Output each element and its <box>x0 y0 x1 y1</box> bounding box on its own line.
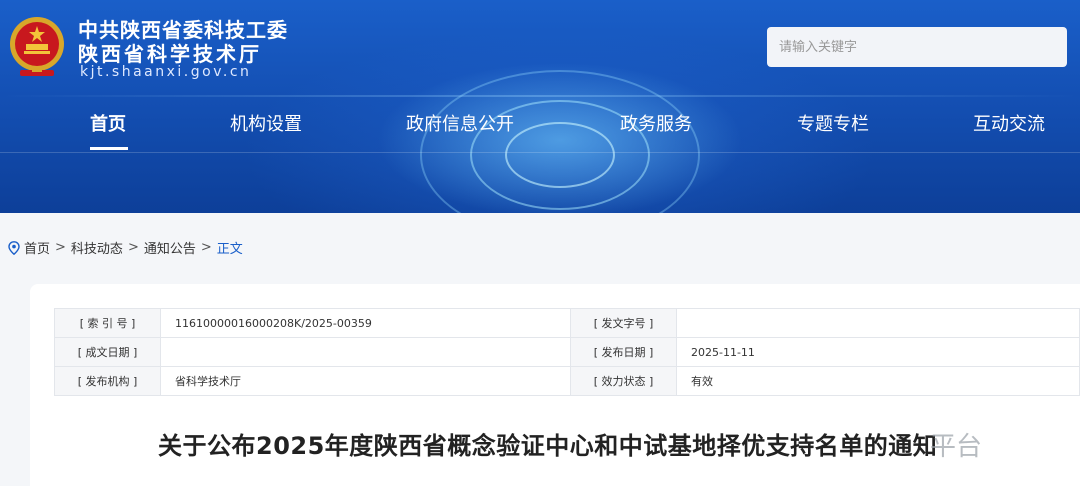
location-pin-icon <box>8 240 20 255</box>
table-row: [ 发布机构 ] 省科学技术厅 [ 效力状态 ] 有效 <box>54 366 1080 396</box>
publisher-value: 省科学技术厅 <box>160 366 571 396</box>
published-date-value: 2025-11-11 <box>676 337 1080 367</box>
breadcrumb-tech-news[interactable]: 科技动态 <box>71 238 123 257</box>
nav-item-topics[interactable]: 专题专栏 <box>797 110 869 136</box>
index-number-value: 11610000016000208K/2025-00359 <box>160 308 571 338</box>
validity-status-label: [ 效力状态 ] <box>570 366 677 396</box>
search-input[interactable] <box>767 27 1067 67</box>
table-row: [ 索 引 号 ] 11610000016000208K/2025-00359 … <box>54 308 1080 338</box>
breadcrumb: 首页 > 科技动态 > 通知公告 > 正文 <box>8 238 243 257</box>
breadcrumb-notices[interactable]: 通知公告 <box>144 238 196 257</box>
created-date-label: [ 成文日期 ] <box>54 337 161 367</box>
published-date-label: [ 发布日期 ] <box>570 337 677 367</box>
site-url: kjt.shaanxi.gov.cn <box>80 64 252 80</box>
breadcrumb-separator: > <box>55 240 66 255</box>
nav-item-services[interactable]: 政务服务 <box>620 110 692 136</box>
breadcrumb-current: 正文 <box>216 242 243 257</box>
breadcrumb-separator: > <box>200 240 212 255</box>
nav-item-organization[interactable]: 机构设置 <box>230 110 302 136</box>
national-emblem-icon[interactable] <box>6 14 68 80</box>
created-date-value <box>160 337 571 367</box>
table-row: [ 成文日期 ] [ 发布日期 ] 2025-11-11 <box>54 337 1080 367</box>
article-title: 关于公布2025年度陕西省概念验证中心和中试基地择优支持名单的通知 <box>158 432 938 460</box>
document-number-label: [ 发文字号 ] <box>570 308 677 338</box>
validity-status-value: 有效 <box>676 366 1080 396</box>
breadcrumb-separator: > <box>127 240 139 255</box>
nav-item-interaction[interactable]: 互动交流 <box>973 110 1045 136</box>
document-info-table: [ 索 引 号 ] 11610000016000208K/2025-00359 … <box>54 308 1080 396</box>
nav-item-home[interactable]: 首页 <box>90 110 126 136</box>
site-header: 中共陕西省委科技工委 陕西省科学技术厅 kjt.shaanxi.gov.cn 首… <box>0 0 1080 213</box>
watermark-text: 平台 <box>930 432 983 462</box>
nav-divider <box>0 152 1080 153</box>
site-name-line2[interactable]: 陕西省科学技术厅 <box>78 38 262 67</box>
nav-item-gov-info[interactable]: 政府信息公开 <box>406 110 514 136</box>
breadcrumb-home[interactable]: 首页 <box>24 238 50 257</box>
nav-active-indicator <box>90 147 128 150</box>
index-number-label: [ 索 引 号 ] <box>54 308 161 338</box>
document-number-value <box>676 308 1080 338</box>
main-nav: 首页 机构设置 政府信息公开 政务服务 专题专栏 互动交流 <box>0 110 1080 150</box>
publisher-label: [ 发布机构 ] <box>54 366 161 396</box>
